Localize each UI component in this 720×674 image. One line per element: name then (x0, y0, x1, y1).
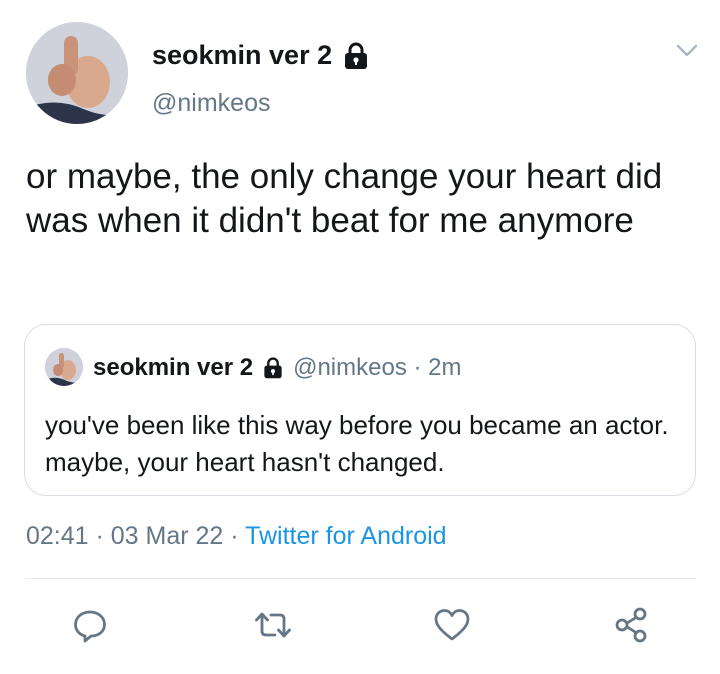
quoted-tweet[interactable]: seokmin ver 2 @nimkeos · 2m you've been … (24, 324, 696, 496)
reply-icon (74, 610, 106, 643)
divider (26, 578, 696, 579)
author-name-row: seokmin ver 2 (152, 40, 370, 71)
lock-icon (342, 41, 370, 71)
retweet-button[interactable] (251, 603, 295, 647)
avatar[interactable] (26, 22, 128, 124)
author-display-name[interactable]: seokmin ver 2 (152, 40, 332, 71)
heart-icon (434, 609, 470, 641)
tweet-source-link[interactable]: Twitter for Android (245, 522, 446, 550)
quoted-header: seokmin ver 2 @nimkeos · 2m (93, 354, 462, 382)
quoted-text: you've been like this way before you bec… (45, 410, 669, 477)
share-icon (615, 607, 647, 643)
like-button[interactable] (430, 603, 474, 647)
reply-button[interactable] (68, 603, 112, 647)
tweet-actions (0, 603, 720, 647)
chevron-down-icon[interactable] (675, 42, 699, 60)
tweet-timestamp-row: 02:41 · 03 Mar 22 · Twitter for Android (26, 522, 447, 551)
quoted-avatar (45, 348, 83, 386)
quoted-handle-time: @nimkeos · 2m (293, 354, 462, 381)
tweet-text: or maybe, the only change your heart did… (26, 157, 663, 240)
tweet-detail: seokmin ver 2 @nimkeos or maybe, the onl… (0, 0, 720, 674)
lock-icon (262, 356, 284, 380)
retweet-icon (255, 612, 291, 638)
share-button[interactable] (610, 603, 654, 647)
tweet-timestamp: 02:41 · 03 Mar 22 · (26, 522, 246, 550)
author-handle[interactable]: @nimkeos (152, 89, 270, 118)
quoted-display-name: seokmin ver 2 (93, 354, 254, 381)
